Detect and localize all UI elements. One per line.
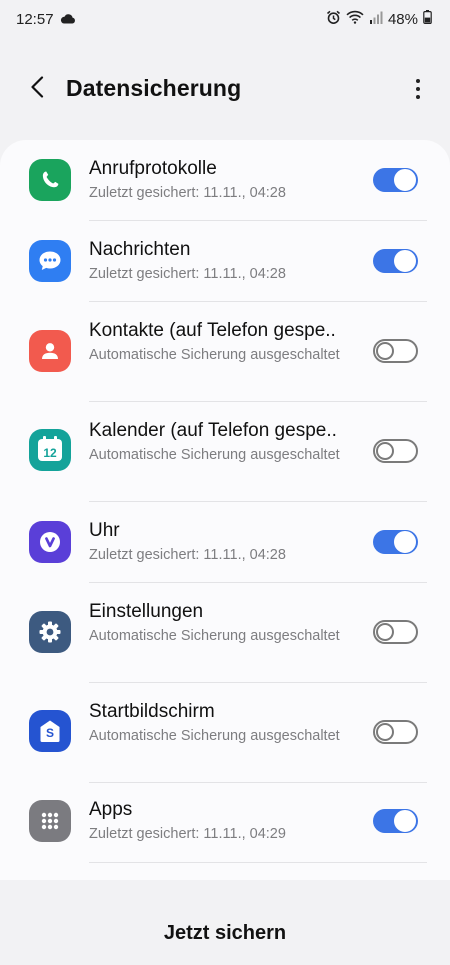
apps-grid-icon [29,800,71,842]
calendar-icon: 12 [29,429,71,471]
list-item-text: Anrufprotokolle Zuletzt gesichert: 11.11… [89,158,359,203]
backup-toggle[interactable] [373,168,418,192]
toggle-knob [376,723,394,741]
page-title: Datensicherung [66,75,242,101]
list-item-text: Einstellungen Automatische Sicherung aus… [89,601,359,646]
list-item-text: Uhr Zuletzt gesichert: 11.11., 04:28 [89,520,359,565]
more-vertical-icon-dot [416,87,420,91]
list-item-subtitle: Zuletzt gesichert: 11.11., 04:28 [89,185,286,201]
list-item-subtitle: Automatische Sicherung ausgeschaltet [89,628,340,644]
list-item-subtitle: Automatische Sicherung ausgeschaltet [89,447,340,463]
more-options-button[interactable] [410,74,426,104]
list-item-text: Kontakte (auf Telefon gespe.. Automatisc… [89,320,359,365]
home-screen-icon-shape: S [39,719,61,743]
list-item-title: Kontakte (auf Telefon gespe.. [89,320,336,341]
list-item-title: Einstellungen [89,601,204,622]
list-item-subtitle: Automatische Sicherung ausgeschaltet [89,728,340,744]
toggle-knob [393,249,417,273]
list-item-calendar[interactable]: 12 Kalender (auf Telefon gespe.. Automat… [0,402,450,501]
more-vertical-icon-dot [416,79,420,83]
wifi-icon [346,10,364,28]
list-item-title: Uhr [89,520,120,541]
calendar-icon-day: 12 [43,446,57,460]
calendar-icon-ring [43,436,46,442]
list-item-subtitle: Zuletzt gesichert: 11.11., 04:28 [89,547,286,563]
toggle-knob [376,442,394,460]
battery-icon [423,10,432,28]
toggle-knob [393,168,417,192]
list-item-title: Nachrichten [89,239,191,260]
status-right: 48% [326,10,432,29]
status-time: 12:57 [16,10,54,28]
list-item-settings[interactable]: Einstellungen Automatische Sicherung aus… [0,583,450,682]
list-item-text: Nachrichten Zuletzt gesichert: 11.11., 0… [89,239,359,284]
toggle-knob [393,809,417,833]
backup-toggle[interactable] [373,249,418,273]
backup-toggle[interactable] [373,530,418,554]
back-button[interactable] [24,74,50,104]
status-left: 12:57 [16,11,76,28]
list-item-subtitle: Automatische Sicherung ausgeschaltet [89,347,340,363]
clock-icon [29,521,71,563]
list-item-subtitle: Zuletzt gesichert: 11.11., 04:28 [89,266,286,282]
list-item-call-logs[interactable]: Anrufprotokolle Zuletzt gesichert: 11.11… [0,140,450,220]
list-item-clock[interactable]: Uhr Zuletzt gesichert: 11.11., 04:28 [0,502,450,582]
chat-bubble-icon [29,240,71,282]
calendar-icon-ring [54,436,57,442]
list-item-title: Anrufprotokolle [89,158,217,179]
more-vertical-icon-dot [416,95,420,99]
list-item-messages[interactable]: Nachrichten Zuletzt gesichert: 11.11., 0… [0,221,450,301]
contact-icon [29,330,71,372]
app-bar: Datensicherung [0,58,450,120]
list-item-title: Startbildschirm [89,701,215,722]
cloud-icon [60,11,76,28]
list-item-text: Kalender (auf Telefon gespe.. Automatisc… [89,420,359,465]
gear-icon [29,611,71,653]
battery-percent: 48% [387,10,418,28]
backup-toggle[interactable] [373,339,418,363]
toggle-knob [376,623,394,641]
list-item-title: Apps [89,799,133,820]
backup-now-button[interactable]: Jetzt sichern [0,922,450,945]
bottom-action-bar: Jetzt sichern [0,880,450,965]
home-screen-icon-letter: S [45,726,54,740]
phone-icon [29,159,71,201]
list-item-text: Apps Zuletzt gesichert: 11.11., 04:29 [89,799,359,844]
signal-icon [369,11,383,28]
alarm-icon [326,10,341,29]
toggle-knob [393,530,417,554]
backup-toggle[interactable] [373,809,418,833]
list-item-text: Startbildschirm Automatische Sicherung a… [89,701,359,746]
list-item-title: Kalender (auf Telefon gespe.. [89,420,337,441]
backup-toggle[interactable] [373,720,418,744]
toggle-knob [376,342,394,360]
list-item-apps[interactable]: Apps Zuletzt gesichert: 11.11., 04:29 [0,783,450,863]
chevron-left-icon [30,75,44,103]
backup-list: Anrufprotokolle Zuletzt gesichert: 11.11… [0,140,450,880]
list-item-contacts[interactable]: Kontakte (auf Telefon gespe.. Automatisc… [0,302,450,401]
list-item-home-screen[interactable]: S Startbildschirm Automatische Sicherung… [0,683,450,782]
backup-toggle[interactable] [373,620,418,644]
status-bar: 12:57 48% [0,0,450,38]
list-item-subtitle: Zuletzt gesichert: 11.11., 04:29 [89,826,286,842]
divider [89,862,427,863]
calendar-icon-body: 12 [38,436,62,461]
backup-toggle[interactable] [373,439,418,463]
home-screen-icon: S [29,710,71,752]
